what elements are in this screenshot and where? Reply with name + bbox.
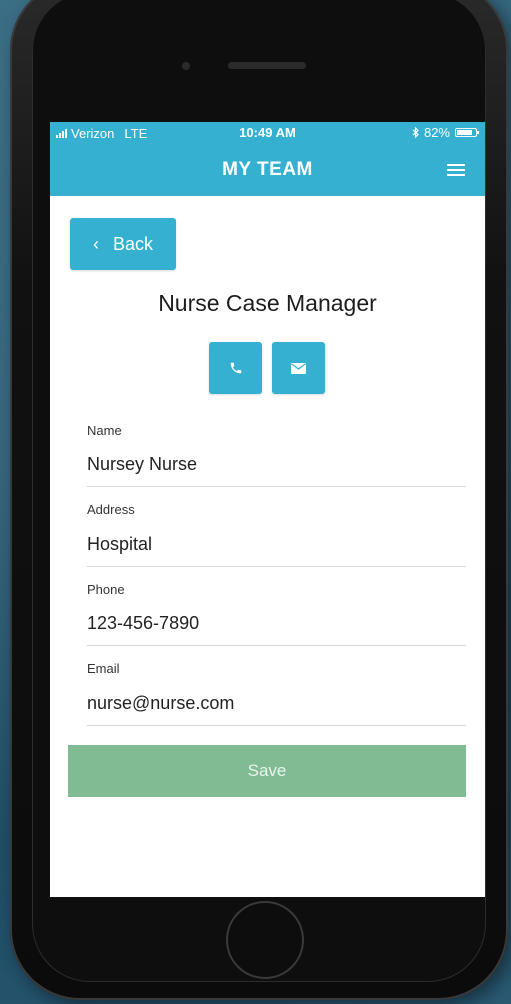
front-camera [182, 62, 190, 70]
phone-field[interactable] [87, 613, 466, 634]
bluetooth-icon [412, 127, 419, 138]
status-right: 82% [412, 125, 479, 140]
home-button[interactable] [226, 901, 304, 979]
phone-icon [230, 362, 241, 374]
name-field[interactable] [87, 454, 466, 475]
chevron-left-icon: ‹ [92, 233, 99, 254]
app-screen: Verizon LTE 10:49 AM 82% MY TEAM ‹ Back … [50, 122, 485, 897]
email-button[interactable] [272, 342, 325, 394]
phone-label: Phone [87, 582, 125, 597]
earpiece-speaker [228, 62, 306, 69]
email-field[interactable] [87, 693, 466, 714]
phone-divider [87, 645, 466, 646]
save-button[interactable]: Save [68, 745, 466, 797]
call-button[interactable] [209, 342, 262, 394]
nav-title: MY TEAM [222, 159, 313, 180]
address-divider [87, 566, 466, 567]
email-divider [87, 725, 466, 726]
page-title: Nurse Case Manager [158, 290, 377, 316]
back-button[interactable]: ‹ Back [70, 218, 176, 270]
envelope-icon [291, 362, 306, 374]
email-label: Email [87, 661, 120, 676]
address-label: Address [87, 502, 135, 517]
battery-icon [455, 128, 479, 137]
address-field[interactable] [87, 534, 466, 555]
name-label: Name [87, 423, 122, 438]
status-bar: Verizon LTE 10:49 AM 82% [50, 122, 485, 144]
name-divider [87, 486, 466, 487]
hamburger-menu-icon[interactable] [447, 164, 465, 176]
battery-percent: 82% [423, 125, 450, 140]
back-button-label: Back [112, 233, 154, 254]
nav-bar: MY TEAM [50, 144, 485, 196]
